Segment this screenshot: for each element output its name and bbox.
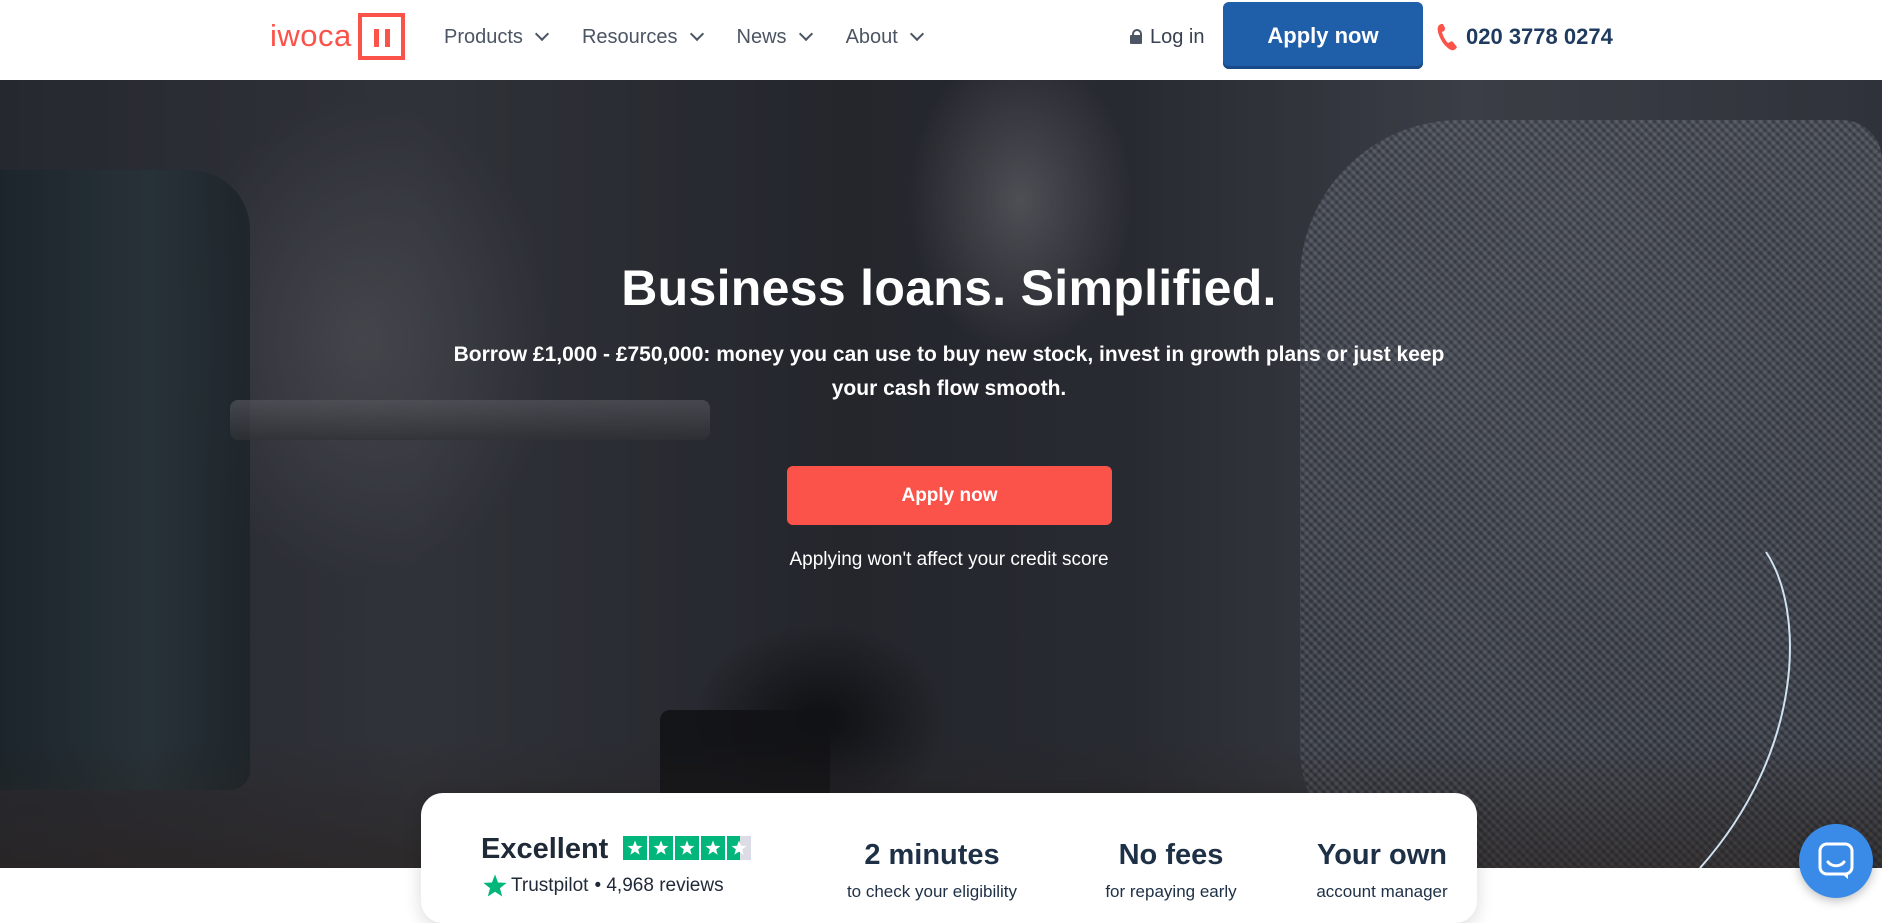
chat-icon: [1818, 842, 1854, 879]
apply-now-nav-button[interactable]: Apply now: [1223, 2, 1423, 69]
stat-title: Your own: [1317, 839, 1447, 871]
apply-now-hero-button[interactable]: Apply now: [787, 466, 1112, 525]
chevron-down-icon: [800, 28, 812, 40]
stat-fees: No fees for repaying early: [1071, 839, 1271, 902]
nav-item-label: Resources: [581, 25, 678, 48]
stat-subtitle: account manager: [1316, 882, 1448, 901]
nav-item-products[interactable]: Products: [444, 20, 548, 54]
nav-item-resources[interactable]: Resources: [582, 20, 703, 54]
trustpilot-star-half-icon: [726, 835, 751, 860]
phone-link[interactable]: 020 3778 0274: [1436, 18, 1613, 56]
trustpilot-rating[interactable]: Excellent Trustpilot • 4,968 reviews: [481, 833, 753, 900]
chevron-down-icon: [691, 28, 703, 40]
trustpilot-star-icon: [622, 835, 647, 860]
chat-launcher-button[interactable]: [1799, 824, 1873, 898]
hero-section: Business loans. Simplified. Borrow £1,00…: [0, 80, 1882, 868]
trustpilot-rating-word: Excellent: [481, 833, 609, 865]
trustpilot-star-icon: [674, 835, 699, 860]
trustpilot-line: Trustpilot • 4,968 reviews: [481, 872, 753, 900]
chevron-down-icon: [536, 28, 548, 40]
nav-item-label: News: [736, 25, 787, 48]
nav-item-label: Products: [444, 25, 523, 48]
iwoca-logo[interactable]: iwoca: [270, 12, 405, 60]
trustpilot-stars: [622, 835, 753, 860]
trustpilot-star-icon: [648, 835, 673, 860]
stat-title: No fees: [1118, 839, 1224, 871]
stat-subtitle: for repaying early: [1105, 882, 1237, 901]
nav-item-news[interactable]: News: [737, 20, 812, 54]
nav-item-label: About: [845, 25, 898, 48]
hero-subtitle: Borrow £1,000 - £750,000: money you can …: [453, 343, 1445, 400]
phone-icon: [1437, 24, 1457, 51]
login-link[interactable]: Log in: [1130, 20, 1205, 54]
stats-card: Excellent Trustpilot • 4,968 reviews 2 m…: [421, 793, 1477, 923]
trustpilot-star-icon: [700, 835, 725, 860]
logo-wordmark: iwoca: [270, 18, 352, 53]
nav-item-about[interactable]: About: [846, 20, 923, 54]
stat-account-manager: Your own account manager: [1287, 839, 1477, 902]
login-label: Log in: [1150, 25, 1205, 48]
chevron-down-icon: [911, 28, 923, 40]
logo-mark-icon: [357, 12, 405, 60]
trustpilot-reviews: • 4,968 reviews: [594, 875, 724, 896]
hero-background-image: [230, 400, 710, 440]
main-menu: Products Resources News About: [444, 20, 957, 54]
lock-icon: [1130, 29, 1144, 45]
stat-subtitle: to check your eligibility: [846, 882, 1018, 901]
decorative-curve: [1699, 551, 1791, 868]
trustpilot-logo-star-icon: [483, 874, 507, 897]
trustpilot-brand: Trustpilot: [511, 875, 589, 896]
phone-number: 020 3778 0274: [1466, 24, 1613, 49]
hero-title: Business loans. Simplified.: [621, 260, 1277, 316]
top-navigation: iwoca Products Resources News About Log …: [0, 0, 1882, 80]
stat-title: 2 minutes: [864, 839, 1000, 871]
stat-eligibility: 2 minutes to check your eligibility: [813, 839, 1051, 902]
credit-score-note: Applying won't affect your credit score: [789, 549, 1109, 570]
